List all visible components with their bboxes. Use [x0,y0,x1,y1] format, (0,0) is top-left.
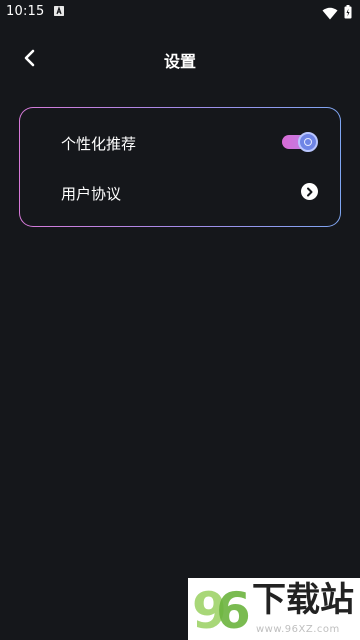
watermark-url: www.96XZ.com [256,624,340,635]
user-agreement-label: 用户协议 [61,185,122,203]
settings-card: 个性化推荐 用户协议 [19,107,341,227]
watermark-logo-icon: 9 6 [192,582,250,636]
status-time: 10:15 [6,4,45,19]
wifi-icon [322,5,338,24]
status-bar: 10:15 [0,0,360,24]
header: 设置 [0,36,360,84]
settings-screen: 10:15 设置 个性化推荐 用户协议 9 6 下载站 www.96XZ.com [0,0,360,640]
setting-row-user-agreement[interactable]: 用户协议 [20,173,340,213]
personalized-recommendation-toggle[interactable] [282,132,318,152]
chevron-right-icon[interactable] [301,183,318,200]
page-title: 设置 [163,52,196,71]
watermark: 9 6 下载站 www.96XZ.com [188,578,360,640]
toggle-knob [298,132,318,152]
a-notification-icon [54,6,64,16]
svg-text:6: 6 [216,582,250,636]
battery-icon [344,4,352,19]
watermark-text: 下载站 [252,580,354,620]
settings-card-inner: 个性化推荐 用户协议 [20,108,340,226]
personalized-recommendation-label: 个性化推荐 [61,135,137,153]
setting-row-personalized-recommendation: 个性化推荐 [20,123,340,163]
